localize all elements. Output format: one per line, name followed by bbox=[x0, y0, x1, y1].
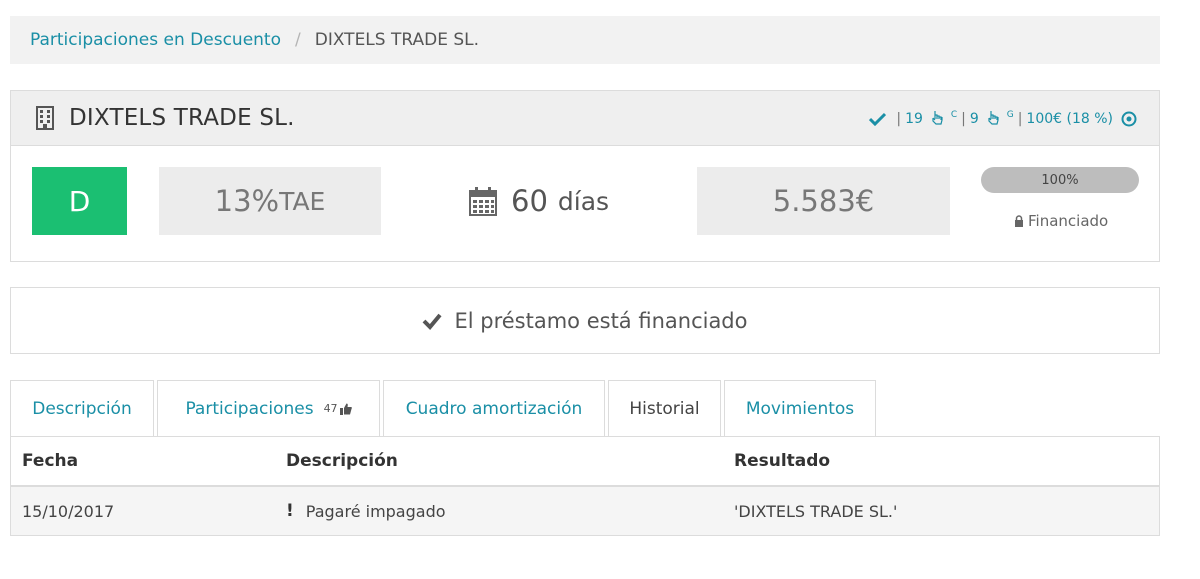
rate-unit: TAE bbox=[279, 186, 326, 216]
table-header: Fecha Descripción Resultado bbox=[11, 437, 1159, 487]
breadcrumb: Participaciones en Descuento / DIXTELS T… bbox=[10, 16, 1160, 64]
stats-count-g[interactable]: 9 G bbox=[970, 110, 1014, 127]
row-date: 15/10/2017 bbox=[22, 501, 115, 521]
participations-count: 47 bbox=[323, 402, 338, 415]
tab-historial[interactable]: Historial bbox=[608, 380, 721, 437]
funding-status: Financiado bbox=[1014, 212, 1108, 230]
tab-label: Descripción bbox=[32, 398, 132, 419]
target-icon[interactable] bbox=[1121, 111, 1137, 127]
thumbs-up-icon bbox=[339, 403, 352, 415]
exclamation-icon: ! bbox=[286, 501, 294, 521]
calendar-icon bbox=[469, 187, 497, 216]
column-header-date: Fecha bbox=[22, 451, 79, 471]
banner-text: El préstamo está financiado bbox=[454, 308, 748, 333]
tab-label: Cuadro amortización bbox=[405, 398, 583, 419]
progress-label: 100% bbox=[1041, 172, 1079, 188]
days-value: 60 bbox=[511, 184, 548, 218]
column-header-result: Resultado bbox=[734, 451, 831, 471]
funded-banner: El préstamo está financiado bbox=[10, 287, 1160, 354]
tab-participaciones[interactable]: Participaciones 47 bbox=[157, 380, 380, 436]
row-description-text: Pagaré impagado bbox=[305, 501, 446, 521]
loan-stats: | 19 C | 9 G | 100€ (18 %) bbox=[869, 91, 1137, 146]
row-description: ! Pagaré impagado bbox=[286, 501, 446, 521]
breadcrumb-current: DIXTELS TRADE SL. bbox=[314, 30, 480, 50]
column-header-description: Descripción bbox=[286, 451, 398, 471]
sup-g: G bbox=[1006, 110, 1014, 121]
days-unit: días bbox=[557, 186, 610, 216]
rate-value: 13% bbox=[214, 184, 280, 218]
breadcrumb-separator: / bbox=[295, 30, 301, 50]
loan-card: DIXTELS TRADE SL. | 19 C | 9 G | 100€ (1… bbox=[10, 90, 1160, 262]
tab-label: Movimientos bbox=[745, 398, 855, 419]
loan-tabs: Descripción Participaciones 47 Cuadro am… bbox=[10, 380, 1160, 437]
loan-card-header: DIXTELS TRADE SL. | 19 C | 9 G | 100€ (1… bbox=[11, 91, 1159, 146]
tab-label: Historial bbox=[629, 399, 700, 419]
interest-rate: 13% TAE bbox=[159, 167, 381, 235]
sup-c: C bbox=[950, 110, 958, 121]
count-c-value: 19 bbox=[905, 111, 923, 127]
check-icon bbox=[423, 313, 443, 330]
history-table: Fecha Descripción Resultado 15/10/2017 !… bbox=[10, 436, 1160, 536]
stats-divider: | bbox=[1017, 110, 1023, 127]
check-icon bbox=[869, 112, 887, 126]
status-label: Financiado bbox=[1028, 212, 1109, 230]
investment-amount[interactable]: 100€ (18 %) bbox=[1026, 111, 1113, 127]
row-result: 'DIXTELS TRADE SL.' bbox=[734, 501, 898, 521]
breadcrumb-link-participaciones[interactable]: Participaciones en Descuento bbox=[30, 30, 281, 50]
loan-title: DIXTELS TRADE SL. bbox=[69, 105, 295, 131]
stats-divider: | bbox=[961, 110, 966, 127]
tab-cuadro-amortizacion[interactable]: Cuadro amortización bbox=[383, 380, 605, 436]
hand-pointer-icon bbox=[988, 111, 999, 125]
tab-descripcion[interactable]: Descripción bbox=[10, 380, 154, 436]
count-g-value: 9 bbox=[969, 111, 979, 127]
building-icon bbox=[36, 106, 54, 130]
stats-divider: | bbox=[896, 110, 902, 127]
stats-count-c[interactable]: 19 C bbox=[905, 110, 957, 127]
tab-label: Participaciones bbox=[185, 398, 314, 419]
table-row: 15/10/2017 ! Pagaré impagado 'DIXTELS TR… bbox=[11, 487, 1159, 535]
rating-badge: D bbox=[32, 167, 127, 235]
loan-amount: 5.583€ bbox=[697, 167, 950, 235]
loan-term: 60 días bbox=[469, 167, 609, 235]
funding-progress-bar: 100% bbox=[981, 167, 1139, 193]
tab-movimientos[interactable]: Movimientos bbox=[724, 380, 876, 436]
hand-pointer-icon bbox=[932, 111, 944, 125]
lock-icon bbox=[1015, 215, 1023, 227]
